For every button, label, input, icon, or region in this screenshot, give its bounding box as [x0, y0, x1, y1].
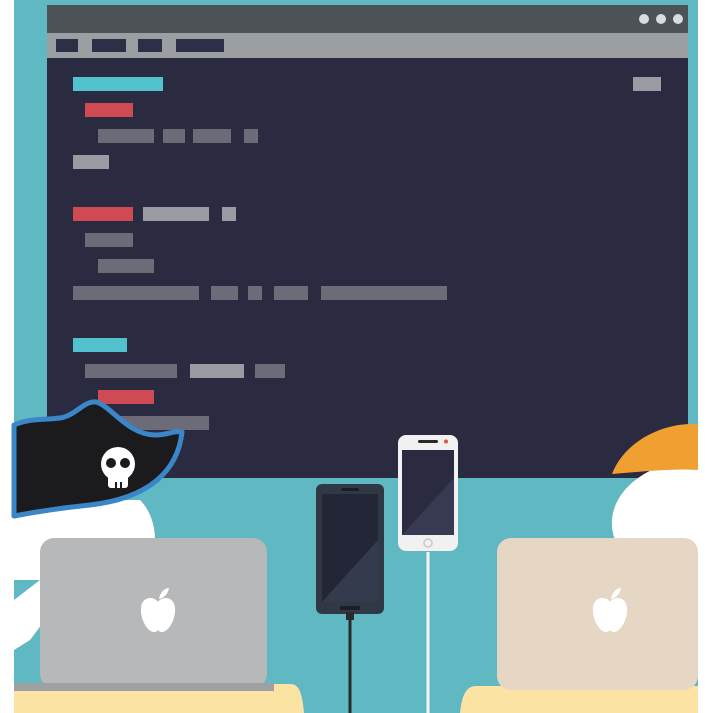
code-token [73, 207, 133, 221]
code-token [633, 77, 661, 91]
laptop-base [14, 683, 274, 691]
code-token [143, 207, 209, 221]
code-token [248, 286, 262, 300]
phone-speaker [341, 488, 359, 491]
code-token [98, 259, 154, 273]
code-token [190, 364, 244, 378]
android-phone [316, 484, 384, 620]
code-token [98, 129, 154, 143]
status-dot [444, 439, 448, 444]
code-token [274, 286, 308, 300]
phone-home-bar [340, 606, 360, 610]
right-desk [460, 686, 698, 713]
gold-laptop [497, 538, 698, 690]
iphone [398, 435, 458, 551]
code-token [98, 390, 154, 404]
code-token [85, 103, 133, 117]
three-dots-icon [639, 14, 683, 24]
title-bar [47, 5, 688, 33]
code-token [73, 155, 109, 169]
code-editor-window [47, 5, 688, 478]
code-token [255, 364, 285, 378]
menu-item-1[interactable] [56, 39, 78, 52]
code-token [222, 207, 236, 221]
illustration [0, 0, 712, 713]
code-token [321, 286, 447, 300]
code-token [211, 286, 238, 300]
menu-item-3[interactable] [138, 39, 162, 52]
silver-laptop [14, 538, 274, 691]
code-token [73, 338, 127, 352]
code-token [85, 364, 177, 378]
code-token [73, 286, 199, 300]
phone-speaker [418, 440, 438, 443]
menu-item-4[interactable] [176, 39, 224, 52]
cable-connector [346, 612, 354, 620]
code-token [85, 233, 133, 247]
code-token [244, 129, 258, 143]
code-token [193, 129, 231, 143]
code-token [163, 129, 185, 143]
code-token [73, 77, 163, 91]
menu-item-2[interactable] [92, 39, 126, 52]
